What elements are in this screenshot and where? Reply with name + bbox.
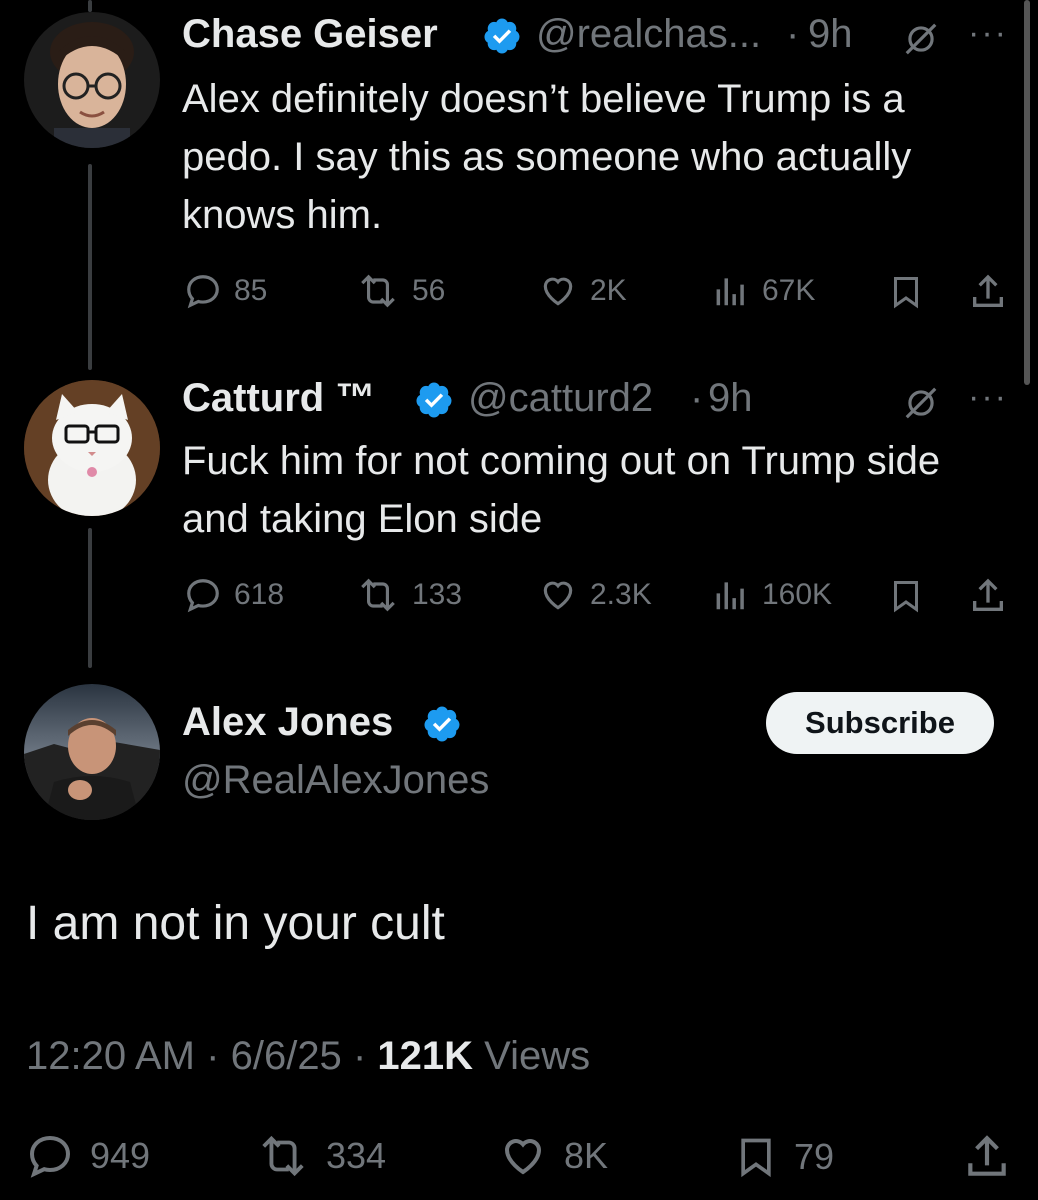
like-button[interactable]: 2K (538, 272, 627, 310)
views-count: 160K (762, 578, 833, 611)
views-icon (716, 278, 744, 306)
thread-line-top (88, 0, 92, 12)
views-button[interactable]: 67K (712, 272, 815, 310)
avatar-alex-jones[interactable] (24, 684, 160, 820)
share-icon[interactable] (962, 1132, 1012, 1182)
bookmark-button[interactable]: 79 (734, 1132, 834, 1182)
bookmark-icon[interactable] (888, 576, 924, 616)
share-icon[interactable] (968, 576, 1008, 616)
separator-dot: · (690, 376, 704, 420)
views-count: 67K (762, 274, 816, 307)
more-icon[interactable]: ··· (968, 378, 1008, 417)
like-count: 8K (564, 1135, 609, 1176)
views-button[interactable]: 160K (712, 576, 832, 614)
like-icon (504, 1139, 542, 1175)
verified-badge-icon (416, 382, 452, 418)
separator-dot: · (786, 12, 800, 56)
thread-line-2 (88, 528, 92, 668)
author-name[interactable]: Alex Jones (182, 700, 393, 745)
author-name[interactable]: Catturd ™ (182, 376, 375, 421)
views-label: Views (484, 1034, 591, 1078)
bookmark-icon[interactable] (888, 272, 924, 312)
verified-badge-icon (484, 18, 520, 54)
repost-icon (361, 578, 395, 612)
repost-button[interactable]: 334 (256, 1132, 386, 1180)
repost-count: 133 (412, 578, 463, 611)
separator-dot: · (352, 1034, 367, 1078)
tweet-text: I am not in your cult (26, 897, 445, 950)
thread-line-1 (88, 164, 92, 370)
bookmark-count: 79 (794, 1136, 835, 1177)
grok-icon[interactable] (902, 20, 940, 58)
like-count: 2.3K (590, 578, 652, 611)
repost-button[interactable]: 133 (356, 576, 462, 614)
avatar-chase-geiser[interactable] (24, 12, 160, 148)
reply-icon (29, 1135, 71, 1178)
reply-count: 618 (234, 578, 285, 611)
tweet-text: Alex definitely doesn’t believe Trump is… (182, 77, 912, 237)
separator-dot: · (206, 1034, 220, 1078)
repost-count: 334 (326, 1135, 387, 1176)
tweet-meta: 12:20 AM · 6/6/25 · 121K Views (26, 1034, 590, 1079)
views-count[interactable]: 121K (377, 1034, 473, 1078)
subscribe-button[interactable]: Subscribe (766, 692, 994, 754)
views-icon (716, 582, 744, 610)
reply-button[interactable]: 618 (184, 576, 284, 614)
like-button[interactable]: 2.3K (538, 576, 652, 614)
author-name[interactable]: Chase Geiser (182, 12, 438, 57)
repost-count: 56 (412, 274, 446, 307)
bookmark-icon (741, 1138, 771, 1178)
scrollbar[interactable] (1024, 0, 1030, 385)
reply-icon (187, 579, 219, 613)
reply-count: 85 (234, 274, 268, 307)
more-icon[interactable]: ··· (968, 14, 1008, 53)
tweet-time[interactable]: 12:20 AM (26, 1034, 195, 1078)
avatar-catturd[interactable] (24, 380, 160, 516)
author-handle[interactable]: @realchas... (536, 12, 761, 57)
reply-icon (187, 275, 219, 309)
grok-icon[interactable] (902, 384, 940, 422)
share-icon[interactable] (968, 272, 1008, 312)
reply-count: 949 (90, 1135, 151, 1176)
tweet-text: Fuck him for not coming out on Trump sid… (182, 439, 941, 541)
repost-icon (262, 1135, 304, 1177)
like-icon (543, 277, 573, 306)
repost-button[interactable]: 56 (356, 272, 445, 310)
like-count: 2K (590, 274, 627, 307)
reply-button[interactable]: 85 (184, 272, 267, 310)
timestamp[interactable]: 9h (708, 376, 753, 421)
like-button[interactable]: 8K (498, 1132, 608, 1180)
timestamp[interactable]: 9h (808, 12, 853, 57)
like-icon (543, 581, 573, 610)
tweet-date[interactable]: 6/6/25 (231, 1034, 342, 1078)
verified-badge-icon (424, 706, 460, 742)
repost-icon (361, 274, 395, 308)
author-handle[interactable]: @catturd2 (468, 376, 653, 421)
author-handle[interactable]: @RealAlexJones (182, 758, 489, 803)
reply-button[interactable]: 949 (26, 1132, 150, 1180)
